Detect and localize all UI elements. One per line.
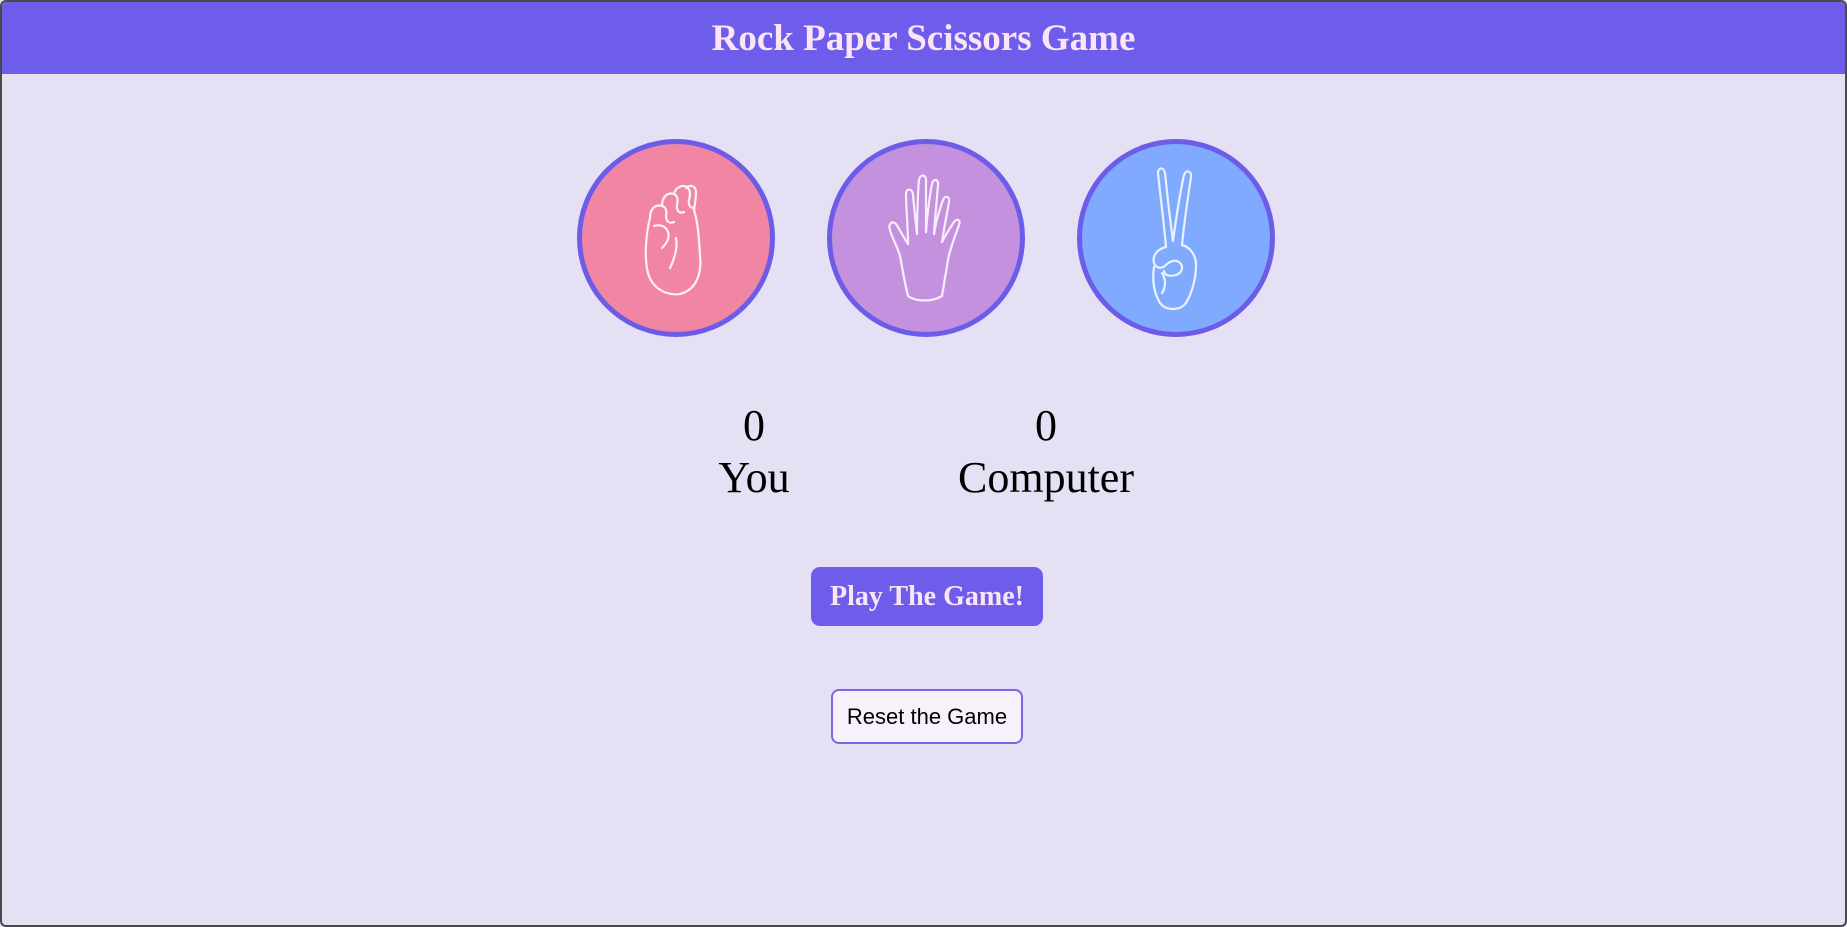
scissors-hand-icon [1152,167,1198,311]
user-score-value: 0 [743,401,765,450]
rock-choice-button[interactable] [577,139,775,337]
user-score: 0 You [634,400,874,504]
paper-hand-icon [888,174,961,302]
app-window: Rock Paper Scissors Game 0 You 0 Compute… [0,0,1847,927]
scissors-choice-button[interactable] [1077,139,1275,337]
header-bar: Rock Paper Scissors Game [2,2,1845,74]
rock-hand-icon [644,184,702,296]
computer-score-label: Computer [958,453,1134,502]
computer-score-value: 0 [1035,401,1057,450]
user-score-label: You [718,453,790,502]
play-game-button[interactable]: Play The Game! [811,567,1043,626]
page-title: Rock Paper Scissors Game [711,17,1136,59]
reset-game-button[interactable]: Reset the Game [831,689,1023,744]
computer-score: 0 Computer [926,400,1166,504]
paper-choice-button[interactable] [827,139,1025,337]
